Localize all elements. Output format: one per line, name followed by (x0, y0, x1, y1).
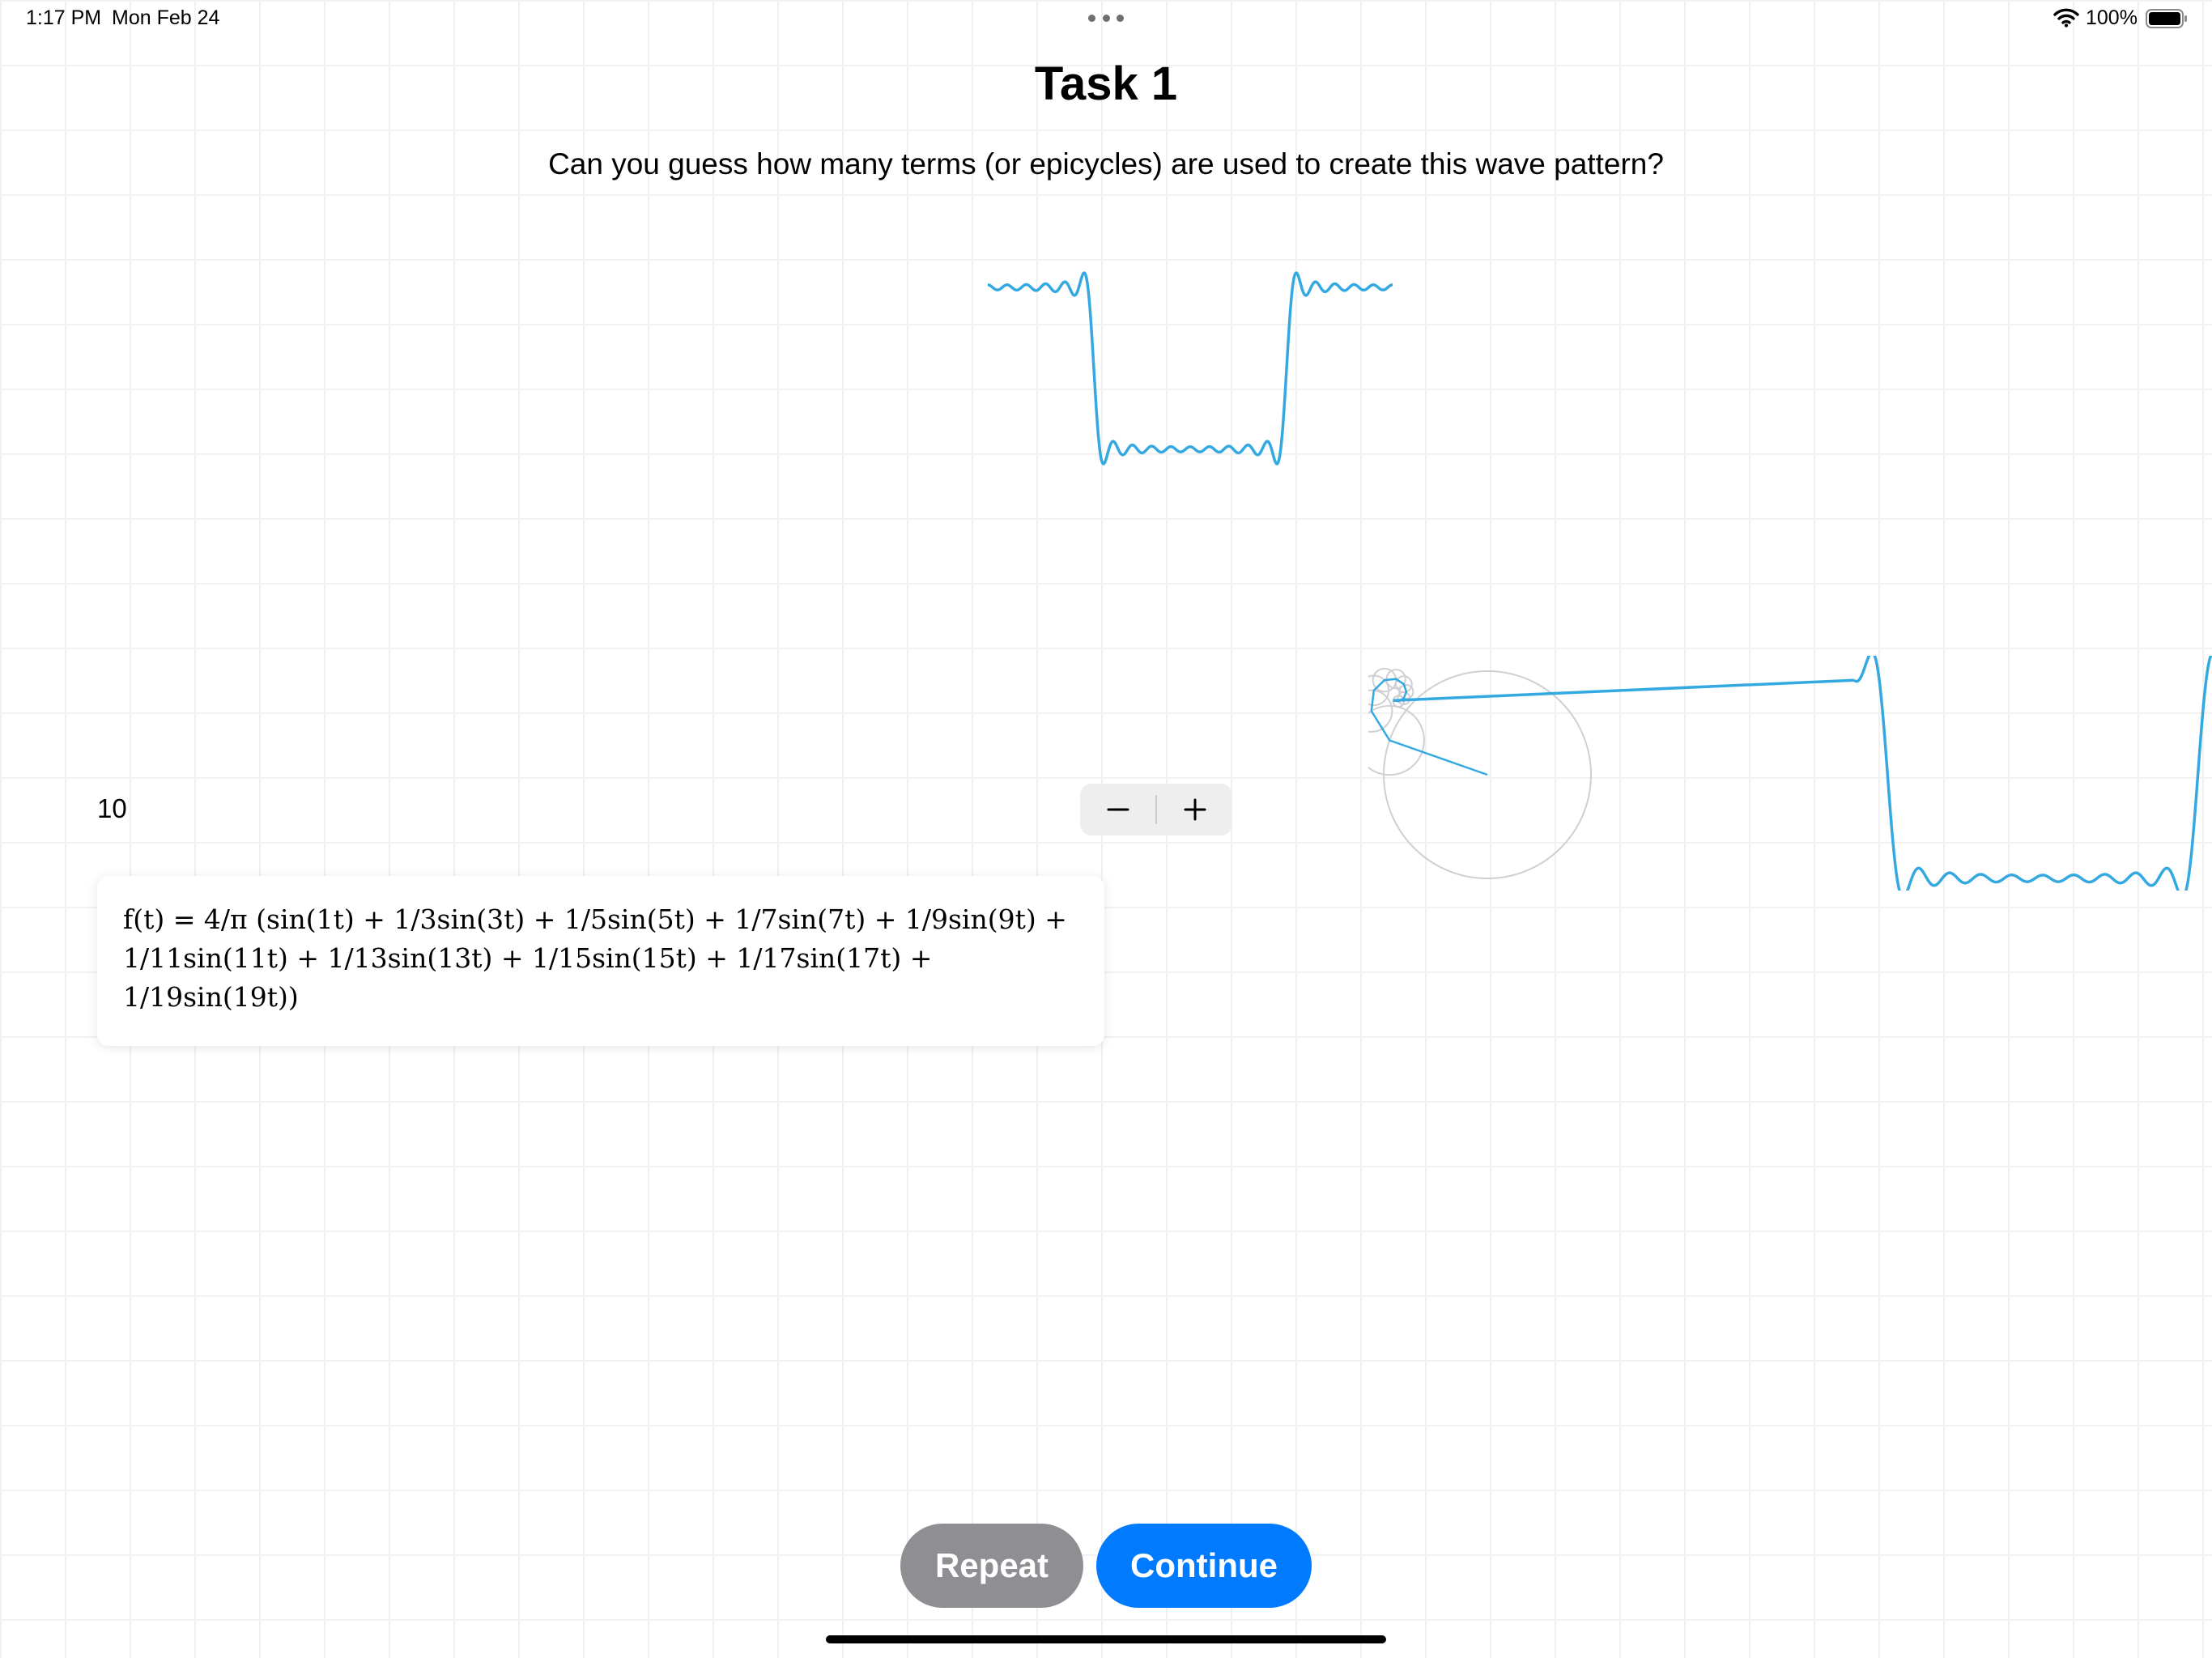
home-indicator (826, 1635, 1386, 1643)
plus-icon (1184, 798, 1206, 821)
epicycle-circle (1368, 704, 1425, 776)
battery-percent: 100% (2086, 6, 2138, 29)
terms-stepper[interactable] (1080, 784, 1232, 835)
page-title: Task 1 (1034, 57, 1178, 110)
repeat-button[interactable]: Repeat (900, 1524, 1083, 1608)
formula-text: f(t) = 4/π (sin(1t) + 1/3sin(3t) + 1/5si… (123, 903, 1067, 1013)
formula-card: f(t) = 4/π (sin(1t) + 1/3sin(3t) + 1/5si… (97, 876, 1104, 1046)
status-bar: 1:17 PM Mon Feb 24 100% (0, 0, 2212, 39)
traced-wave-path (1853, 656, 2212, 891)
multitasking-dots-icon[interactable] (1088, 15, 1124, 23)
battery-icon (2146, 9, 2187, 28)
status-time: 1:17 PM (26, 6, 102, 29)
epicycle-connector-line (1393, 678, 1855, 703)
target-wave-pattern (986, 271, 1394, 466)
decrement-button[interactable] (1080, 784, 1155, 835)
terms-count: 10 (97, 793, 127, 823)
minus-icon (1107, 808, 1129, 811)
wifi-icon (2053, 8, 2079, 28)
continue-button[interactable]: Continue (1096, 1524, 1312, 1608)
task-question: Can you guess how many terms (or epicycl… (548, 147, 1664, 181)
increment-button[interactable] (1157, 784, 1232, 835)
target-wave-path (986, 271, 1394, 466)
status-date: Mon Feb 24 (112, 6, 220, 29)
epicycle-animation (1368, 656, 2212, 891)
